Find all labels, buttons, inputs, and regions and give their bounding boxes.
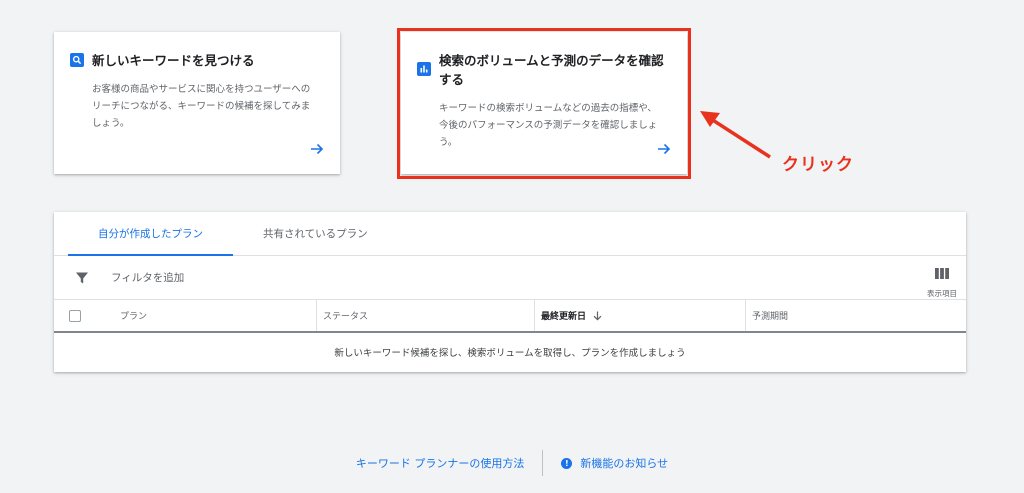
select-all-checkbox[interactable] <box>69 309 81 322</box>
column-header-status[interactable]: ステータス <box>317 300 535 331</box>
filter-bar: フィルタを追加 表示項目 <box>54 256 966 300</box>
search-icon <box>70 52 84 67</box>
filter-icon[interactable] <box>75 271 89 285</box>
columns-button[interactable]: 表示項目 <box>924 264 960 299</box>
column-header-plan[interactable]: プラン <box>114 300 317 331</box>
column-header-forecast-period[interactable]: 予測期間 <box>746 300 966 331</box>
tab-shared-plans[interactable]: 共有されているプラン <box>233 212 398 255</box>
columns-label: 表示項目 <box>927 289 957 298</box>
discover-keywords-card[interactable]: 新しいキーワードを見つける お客様の商品やサービスに関心を持つユーザーへの リー… <box>54 32 340 174</box>
card-title: 検索のボリュームと予測のデータを確認する <box>439 53 664 87</box>
bar-chart-icon <box>417 62 431 76</box>
column-header-last-updated[interactable]: 最終更新日 <box>535 300 746 331</box>
columns-icon <box>935 264 949 283</box>
arrow-right-icon[interactable] <box>310 141 324 160</box>
card-title: 新しいキーワードを見つける <box>92 53 255 68</box>
card-description: お客様の商品やサービスに関心を持つユーザーへの リーチにつながる、キーワードの候… <box>92 84 311 129</box>
card-description: キーワードの検索ボリュームなどの過去の指標や、 今後のパフォーマンスの予測データ… <box>439 103 658 148</box>
click-annotation: クリック <box>782 155 854 175</box>
empty-state-message: 新しいキーワード候補を探し、検索ボリュームを取得し、プランを作成しましょう <box>334 348 686 359</box>
plans-tabs: 自分が作成したプラン 共有されているプラン <box>54 212 966 256</box>
sort-down-arrow-icon <box>593 311 602 321</box>
footer-divider <box>542 450 544 476</box>
how-to-use-link[interactable]: キーワード プランナーの使用方法 <box>356 455 525 471</box>
callout-arrow-icon <box>700 111 771 159</box>
search-volume-forecast-card[interactable]: 検索のボリュームと予測のデータを確認する キーワードの検索ボリュームなどの過去の… <box>401 32 687 174</box>
info-icon: ! <box>561 457 573 469</box>
tab-my-plans[interactable]: 自分が作成したプラン <box>68 212 233 256</box>
table-header: プラン ステータス 最終更新日 予測期間 <box>54 300 966 333</box>
arrow-right-icon[interactable] <box>657 141 671 160</box>
add-filter-button[interactable]: フィルタを追加 <box>111 270 184 285</box>
footer-links: キーワード プランナーの使用方法 ! 新機能のお知らせ <box>0 448 1024 478</box>
plans-panel: 自分が作成したプラン 共有されているプラン フィルタを追加 表示項目 プラン ス… <box>54 212 966 372</box>
whats-new-link[interactable]: ! 新機能のお知らせ <box>561 455 668 471</box>
